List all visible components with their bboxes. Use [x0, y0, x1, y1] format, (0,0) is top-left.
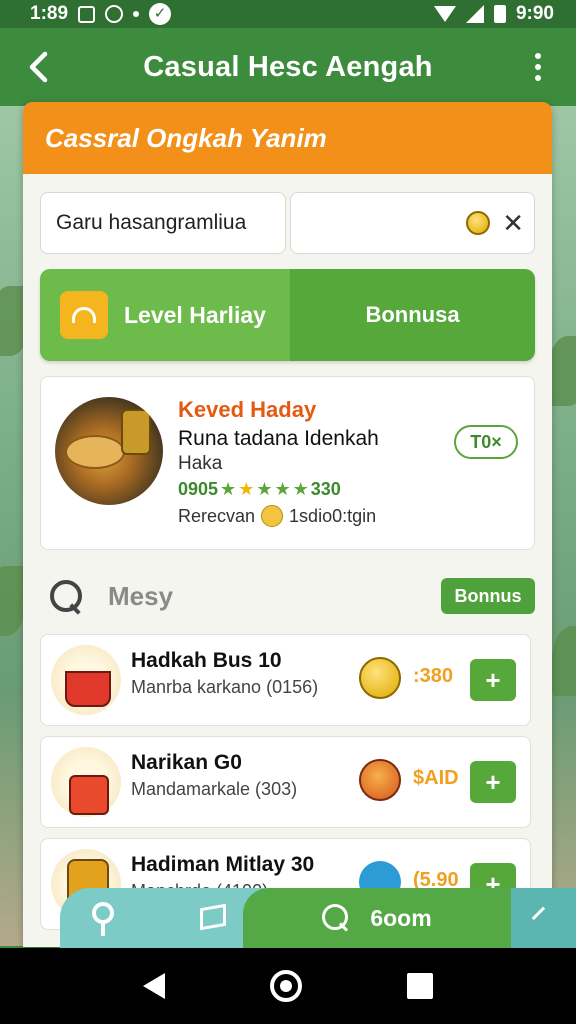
item-title: Hadiman Mitlay 30 [131, 853, 315, 876]
star-icon: ★ [292, 479, 309, 499]
item-title: Narikan G0 [131, 751, 242, 774]
card-header: Cassral Ongkah Yanim [23, 102, 552, 174]
app-bar: Casual Hesc Aengah [0, 28, 576, 106]
pin-icon[interactable] [92, 902, 114, 924]
star-icon: ★ [256, 479, 273, 499]
nav-home-icon[interactable] [269, 970, 302, 1002]
item-title: Hadkah Bus 10 [131, 649, 282, 672]
bottom-nav-label: 6oom [370, 904, 432, 931]
rating-prefix: 0905 [178, 479, 219, 499]
bottom-nav-search-button[interactable]: 6oom [243, 888, 511, 948]
featured-card[interactable]: Keved Haday Runa tadana Idenkah Haka 090… [40, 376, 535, 550]
featured-rating: 0905 ★ ★ ★ ★ ★ 330 [178, 479, 341, 500]
chevron-left-icon [29, 51, 48, 83]
search-row: Garu hasangramliua ✕ [40, 192, 535, 254]
level-button[interactable]: Level Harliay [40, 269, 290, 361]
featured-image [55, 397, 163, 505]
coin-icon[interactable] [466, 211, 491, 235]
item-thumbnail [51, 645, 121, 715]
search-input[interactable]: Garu hasangramliua [40, 192, 286, 254]
list-item[interactable]: Hadkah Bus 10 Manrba karkano (0156) :380… [40, 634, 531, 726]
rating-suffix: 330 [310, 479, 341, 499]
overflow-menu-button[interactable] [500, 28, 576, 106]
battery-icon [493, 5, 506, 23]
featured-reviews: Rerecvan 1sdio0:tgin [178, 505, 376, 527]
nav-recents-icon[interactable] [407, 973, 434, 999]
back-button[interactable] [0, 28, 76, 106]
main-card: Cassral Ongkah Yanim Garu hasangramliua … [23, 102, 552, 947]
list-item[interactable]: Narikan G0 Mandamarkale (303) $AID + [40, 736, 531, 828]
signal-icon [465, 5, 484, 23]
status-clock: 9:90 [515, 3, 554, 24]
add-button[interactable]: + [470, 761, 516, 803]
level-bar: Level Harliay Bonnusa [40, 269, 535, 361]
system-nav-bar [0, 948, 576, 1024]
wifi-icon [433, 6, 456, 22]
status-bar: 1:89 ✓ 9:90 [0, 0, 576, 28]
screenshot-icon [78, 5, 96, 23]
featured-title: Keved Haday [178, 397, 317, 422]
section-title: Mesy [108, 580, 174, 611]
search-icon[interactable] [48, 578, 84, 614]
review-prefix: Rerecvan [178, 505, 256, 526]
item-subtitle: Mandamarkale (303) [131, 779, 298, 799]
bell-icon [359, 657, 401, 699]
featured-subtitle: Runa tadana Idenkah [178, 427, 379, 450]
smiley-icon [261, 505, 284, 527]
clear-icon[interactable]: ✕ [502, 208, 524, 239]
cards-icon[interactable] [200, 903, 226, 931]
bonus-button[interactable]: Bonnus [441, 578, 535, 614]
page-title: Casual Hesc Aengah [143, 50, 433, 83]
bottom-nav-left [60, 888, 270, 948]
item-price: $AID [413, 767, 459, 789]
item-thumbnail [51, 747, 121, 817]
mascot-icon [359, 759, 401, 801]
level-label: Level Harliay [124, 301, 266, 328]
star-icon: ★ [274, 479, 291, 499]
star-icon: ★ [238, 479, 255, 499]
bonus-tab[interactable]: Bonnusa [290, 269, 535, 361]
alarm-icon [105, 5, 124, 23]
section-header: Mesy Bonnus [48, 574, 535, 618]
bottom-nav: 6oom [0, 888, 576, 948]
review-suffix: 1sdio0:tgin [289, 505, 377, 526]
featured-tag[interactable]: T0× [454, 425, 518, 459]
check-icon: ✓ [149, 3, 172, 25]
more-vert-icon [535, 53, 541, 59]
star-icon: ★ [220, 479, 237, 499]
notification-dot-icon [133, 11, 140, 17]
item-price: :380 [413, 665, 454, 687]
featured-subtitle-2: Haka [178, 453, 223, 474]
search-icon [322, 904, 350, 932]
search-actions: ✕ [290, 192, 535, 254]
item-subtitle: Manrba karkano (0156) [131, 677, 319, 697]
add-button[interactable]: + [470, 659, 516, 701]
trophy-icon [60, 291, 108, 339]
status-time: 1:89 [30, 3, 69, 24]
nav-back-icon[interactable] [142, 973, 165, 999]
